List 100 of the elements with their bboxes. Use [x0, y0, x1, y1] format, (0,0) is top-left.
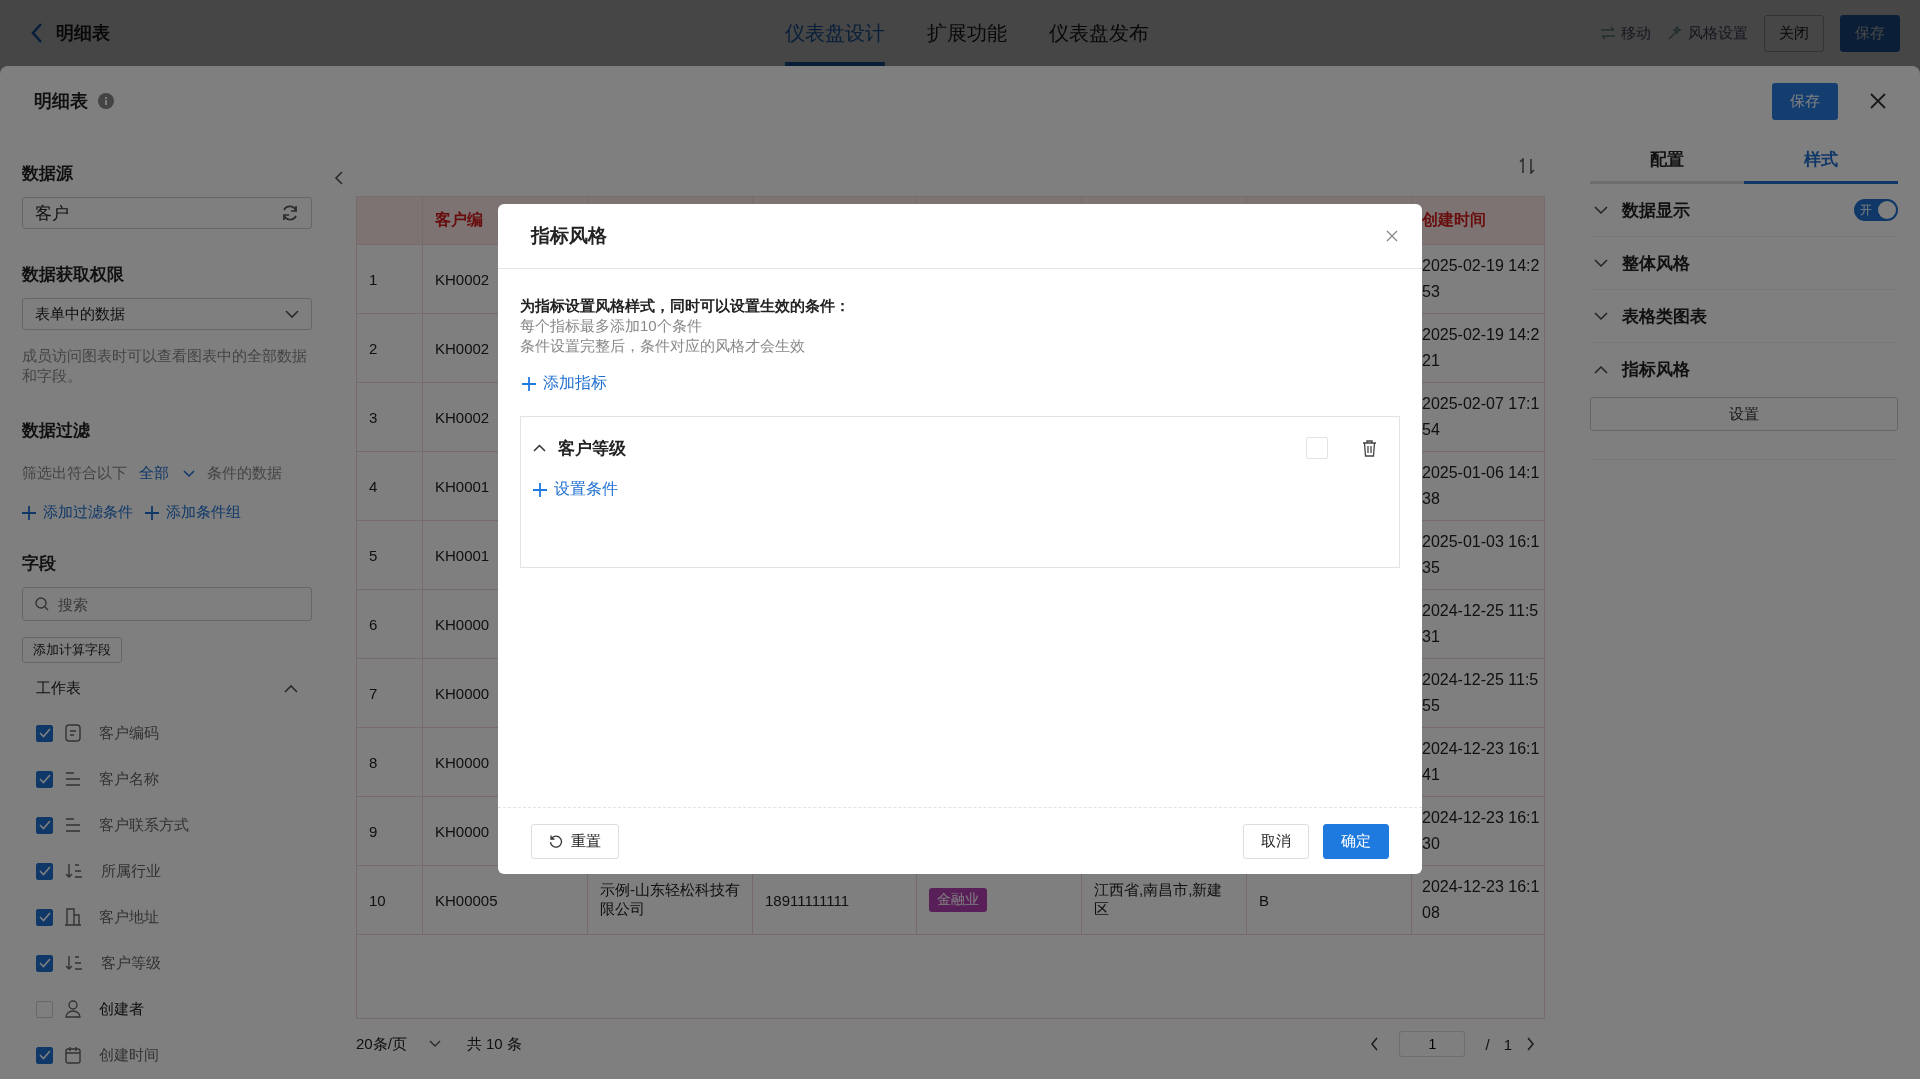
- settings-button[interactable]: 设置: [1590, 397, 1898, 431]
- cancel-button[interactable]: 取消: [1243, 823, 1309, 859]
- caret-icon: [285, 309, 299, 319]
- reset-button[interactable]: 重置: [531, 823, 619, 859]
- checkbox[interactable]: [36, 770, 53, 788]
- table-cell: KH0000: [435, 822, 490, 840]
- calendar-icon: [65, 1046, 81, 1064]
- field-label: 创建时间: [99, 1045, 159, 1065]
- prev-page-icon[interactable]: [1370, 1037, 1380, 1051]
- close-icon[interactable]: [1870, 93, 1886, 109]
- table-cell: 18911111111: [765, 891, 849, 909]
- table-cell: 2: [369, 339, 378, 357]
- permission-select[interactable]: 表单中的数据: [22, 298, 312, 330]
- caret-icon: [183, 469, 195, 478]
- chevron-icon[interactable]: [533, 444, 546, 452]
- column-header[interactable]: 客户编: [435, 210, 483, 231]
- plus-icon: [533, 482, 547, 497]
- table-cell: 10: [369, 891, 386, 909]
- table-cell-text: 江西省,南昌市,新建区: [1094, 881, 1224, 919]
- add-filter-link[interactable]: 添加过滤条件: [22, 503, 133, 522]
- color-swatch[interactable]: [1306, 437, 1328, 459]
- dialog-note: 每个指标最多添加10个条件: [520, 316, 703, 336]
- checkbox[interactable]: [36, 908, 53, 926]
- section-title: 数据获取权限: [22, 264, 125, 286]
- sort-icon[interactable]: [1519, 158, 1535, 174]
- table-cell: 2025-02-07 17:1 54: [1422, 395, 1540, 439]
- checkbox[interactable]: [36, 954, 53, 972]
- section-title: 字段: [22, 553, 57, 575]
- plus-icon: [145, 505, 159, 520]
- source-select[interactable]: 客户: [22, 197, 312, 229]
- page-title: 明细表: [56, 22, 110, 45]
- checkbox[interactable]: [36, 816, 53, 834]
- table-cell: 2024-12-23 16:1 30: [1422, 809, 1540, 853]
- add-filter-link[interactable]: 添加条件组: [145, 503, 241, 522]
- table-cell: 2024-12-23 16:1 08: [1422, 878, 1540, 922]
- section-title[interactable]: 数据显示: [1622, 198, 1690, 222]
- field-label: 所属行业: [101, 861, 161, 881]
- section-title[interactable]: 整体风格: [1622, 251, 1690, 275]
- arrows-icon: [1600, 26, 1616, 40]
- settings-tab[interactable]: 配置: [1590, 140, 1744, 184]
- industry-tag: 金融业: [929, 888, 987, 912]
- filter-text: 筛选出符合以下: [22, 464, 127, 483]
- dialog-note: 条件设置完整后，条件对应的风格才会生效: [520, 336, 806, 356]
- table-cell: B: [1259, 891, 1269, 909]
- group-title: 工作表: [36, 679, 81, 698]
- toggle-switch[interactable]: 开: [1854, 199, 1898, 221]
- refresh-icon[interactable]: [281, 204, 299, 222]
- caret-icon: [428, 1040, 441, 1048]
- checkbox[interactable]: [36, 862, 53, 880]
- dialog-title: 指标风格: [531, 224, 607, 248]
- add-condition-link[interactable]: 设置条件: [533, 479, 618, 500]
- page-count: 1: [1503, 1035, 1512, 1053]
- table-cell: 2024-12-25 11:5 31: [1422, 602, 1539, 646]
- close-button[interactable]: 关闭: [1764, 14, 1824, 52]
- table-cell: KH0001: [435, 546, 490, 564]
- page-input[interactable]: 1: [1399, 1031, 1466, 1057]
- add-indicator-link[interactable]: 添加指标: [522, 373, 607, 394]
- total-count: 共 10 条: [466, 1034, 522, 1054]
- field-label: 创建者: [99, 999, 144, 1019]
- save-button[interactable]: 保存: [1772, 82, 1838, 120]
- collapse-icon[interactable]: [334, 170, 344, 186]
- close-icon[interactable]: [1386, 230, 1398, 242]
- document-icon: [65, 724, 81, 742]
- field-label: 客户名称: [99, 769, 159, 789]
- search-field[interactable]: 搜索: [22, 587, 312, 621]
- checkbox[interactable]: [36, 1046, 53, 1064]
- table-cell: 9: [369, 822, 378, 840]
- table-cell: KH0001: [435, 477, 490, 495]
- table-cell: 2025-01-06 14:1 38: [1422, 464, 1540, 508]
- table-cell: KH0000: [435, 753, 490, 771]
- dialog-intro: 为指标设置风格样式，同时可以设置生效的条件：: [520, 296, 851, 316]
- plus-icon: [22, 505, 36, 520]
- section-title: 数据源: [22, 163, 74, 185]
- table-cell: 7: [369, 684, 378, 702]
- add-calculated-field-button[interactable]: 添加计算字段: [22, 637, 122, 663]
- table-cell: KH0002: [435, 270, 490, 288]
- table-cell: 2025-02-19 14:2 21: [1422, 326, 1540, 370]
- table-cell: 2025-01-03 16:1 35: [1422, 533, 1540, 577]
- field-label: 客户等级: [101, 953, 161, 973]
- section-title[interactable]: 指标风格: [1622, 357, 1690, 381]
- filter-mode-dropdown[interactable]: 全部: [139, 464, 195, 483]
- checkbox[interactable]: [36, 724, 53, 742]
- settings-tab[interactable]: 样式: [1744, 140, 1898, 184]
- next-page-icon[interactable]: [1526, 1037, 1535, 1051]
- field-label: 客户地址: [99, 907, 159, 927]
- column-header[interactable]: 创建时间: [1422, 210, 1486, 231]
- field-label: 客户编码: [99, 723, 159, 743]
- table-cell: KH0000: [435, 615, 490, 633]
- table-cell: KH00005: [435, 891, 498, 909]
- table-cell: 2024-12-25 11:5 55: [1422, 671, 1539, 715]
- field-label: 客户联系方式: [99, 815, 189, 835]
- table-cell: 示例-山东轻松科技有限公司: [600, 881, 740, 919]
- sort-lines-icon: [65, 955, 83, 971]
- section-title[interactable]: 表格类图表: [1622, 304, 1707, 328]
- trash-icon[interactable]: [1362, 439, 1377, 457]
- page-size-dropdown[interactable]: 20条/页: [356, 1034, 441, 1054]
- filter-text: 条件的数据: [207, 464, 282, 483]
- table-cell: KH0002: [435, 339, 490, 357]
- confirm-button[interactable]: 确定: [1323, 823, 1389, 859]
- table-cell: 6: [369, 615, 378, 633]
